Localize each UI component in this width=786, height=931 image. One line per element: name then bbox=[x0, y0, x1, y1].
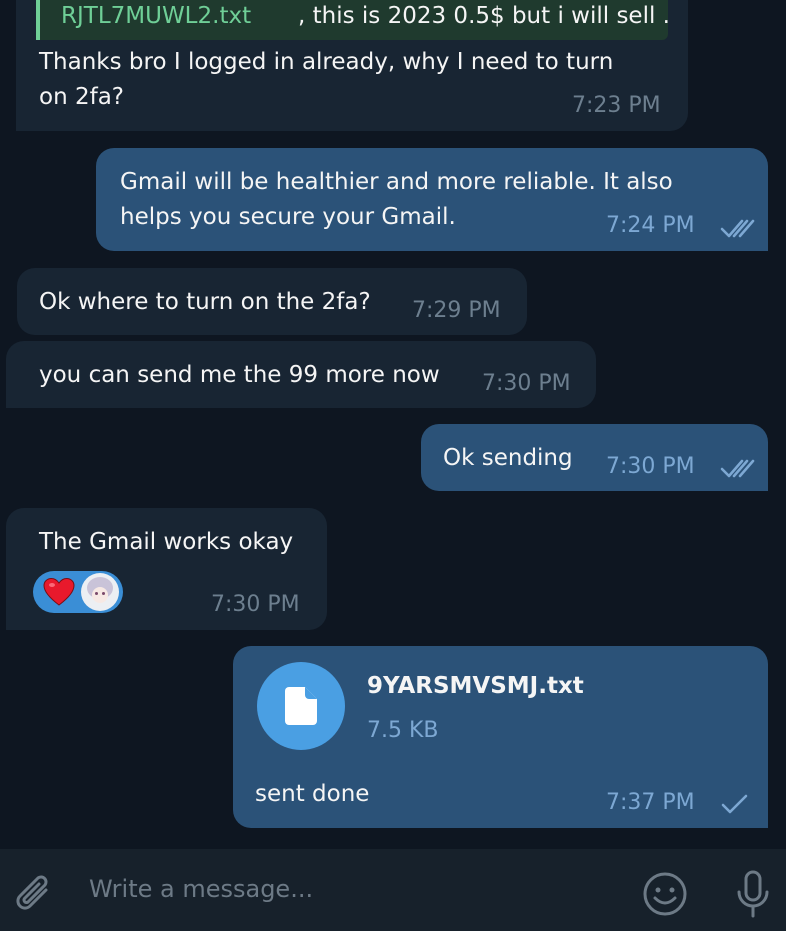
message-bubble-incoming[interactable]: RJTL7MUWL2.txt , this is 2023 0.5$ but i… bbox=[16, 0, 688, 131]
microphone-icon[interactable] bbox=[734, 870, 772, 920]
message-bubble-incoming[interactable]: Ok where to turn on the 2fa? 7:29 PM bbox=[17, 268, 527, 335]
reply-file-name: RJTL7MUWL2.txt bbox=[61, 3, 252, 29]
message-caption: sent done bbox=[255, 781, 370, 807]
message-text-line: Ok where to turn on the 2fa? bbox=[39, 289, 371, 315]
file-name[interactable]: 9YARSMVSMJ.txt bbox=[367, 673, 584, 699]
avatar bbox=[81, 573, 119, 611]
message-text-line: Gmail will be healthier and more reliabl… bbox=[120, 169, 673, 195]
message-time: 7:29 PM bbox=[412, 298, 501, 323]
file-icon-button[interactable] bbox=[257, 662, 345, 750]
double-check-icon bbox=[720, 219, 755, 238]
message-time: 7:30 PM bbox=[211, 592, 300, 617]
heart-icon bbox=[43, 577, 75, 606]
smile-icon[interactable] bbox=[642, 871, 688, 917]
message-text-line: on 2fa? bbox=[39, 84, 124, 110]
reply-preview[interactable]: RJTL7MUWL2.txt , this is 2023 0.5$ but i… bbox=[36, 0, 668, 40]
message-time: 7:23 PM bbox=[572, 93, 661, 118]
message-time: 7:30 PM bbox=[606, 454, 695, 479]
message-time: 7:30 PM bbox=[482, 371, 571, 396]
file-icon bbox=[285, 687, 317, 725]
message-text-line: Ok sending bbox=[443, 445, 573, 471]
message-time: 7:37 PM bbox=[606, 790, 695, 815]
message-text-line: you can send me the 99 more now bbox=[39, 362, 440, 388]
message-bubble-incoming[interactable]: you can send me the 99 more now 7:30 PM bbox=[6, 341, 596, 408]
message-bubble-outgoing[interactable]: Ok sending 7:30 PM bbox=[421, 424, 768, 491]
double-check-icon bbox=[720, 459, 755, 478]
message-text-line: helps you secure your Gmail. bbox=[120, 204, 456, 230]
reply-text: , this is 2023 0.5$ but i will sell ... bbox=[298, 3, 668, 29]
message-input[interactable]: Write a message... bbox=[89, 875, 313, 903]
reaction-chip[interactable] bbox=[33, 571, 123, 613]
file-size: 7.5 KB bbox=[367, 718, 439, 743]
check-icon bbox=[721, 794, 748, 814]
message-time: 7:24 PM bbox=[606, 213, 695, 238]
message-text-line: The Gmail works okay bbox=[39, 529, 294, 555]
message-bubble-outgoing[interactable]: 9YARSMVSMJ.txt 7.5 KB sent done 7:37 PM bbox=[233, 646, 768, 828]
message-text-line: Thanks bro I logged in already, why I ne… bbox=[39, 49, 614, 75]
message-bubble-outgoing[interactable]: Gmail will be healthier and more reliabl… bbox=[96, 148, 768, 251]
paperclip-icon[interactable] bbox=[12, 868, 58, 920]
